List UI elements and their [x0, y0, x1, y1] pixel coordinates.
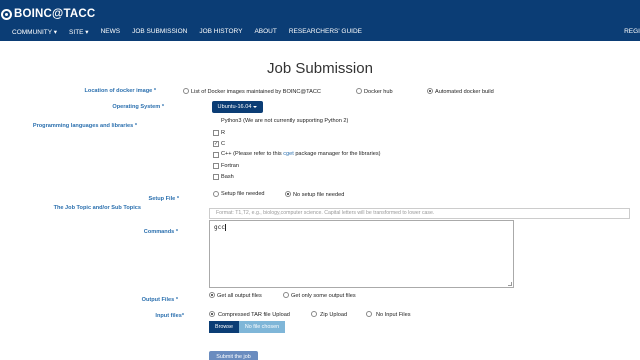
all-output-label: Get all output files: [217, 293, 262, 299]
nav-item-researchers-guide[interactable]: RESEARCHERS' GUIDE: [289, 28, 362, 36]
language-python3-checkbox[interactable]: [213, 130, 219, 136]
docker-option-boinc-label: List of Docker images maintained by BOIN…: [191, 89, 321, 95]
page-title: Job Submission: [267, 60, 373, 77]
some-output-label: Get only some output files: [291, 293, 356, 299]
docker-option-boinc-radio[interactable]: [183, 88, 189, 94]
commands-textarea[interactable]: gcc: [209, 220, 514, 288]
commands-label: Commands *: [143, 229, 178, 235]
caret-down-icon: [253, 106, 258, 108]
language-c-label: C: [221, 141, 226, 147]
setup-needed-label: Setup file needed: [221, 191, 265, 197]
output-files-label: Output Files *: [141, 297, 178, 303]
language-fortran-label: Fortran: [221, 163, 240, 169]
docker-option-hub-label: Docker hub: [364, 89, 393, 95]
no-input-radio[interactable]: [366, 311, 372, 317]
logo[interactable]: BOINC@TACC: [1, 6, 95, 22]
os-label: Operating System *: [112, 104, 164, 110]
all-output-radio[interactable]: [209, 292, 215, 298]
job-topic-input[interactable]: Format: T1,T2, e.g., biology,computer sc…: [209, 208, 630, 219]
language-fortran-checkbox[interactable]: [213, 174, 219, 180]
setup-needed-radio[interactable]: [213, 191, 219, 197]
docker-option-hub-radio[interactable]: [356, 88, 362, 94]
language-cpp-checkbox[interactable]: [213, 163, 219, 169]
nav-item-job-submission[interactable]: JOB SUBMISSION: [132, 28, 187, 36]
os-dropdown[interactable]: Ubuntu-16.04: [212, 101, 263, 113]
language-c-checkbox[interactable]: [213, 152, 219, 158]
nav-item-about[interactable]: ABOUT: [254, 28, 276, 36]
docker-location-label: Location of docker image *: [84, 88, 156, 94]
nav-item-community[interactable]: COMMUNITY ▾: [12, 28, 57, 36]
language-cpp-label: C++ (Please refer to this cget package m…: [221, 151, 381, 157]
languages-label: Programming languages and libraries *: [32, 123, 137, 129]
language-r-checkbox[interactable]: ✓: [213, 141, 219, 147]
some-output-radio[interactable]: [283, 292, 289, 298]
job-topic-label: The Job Topic and/or Sub Topics: [53, 205, 141, 211]
docker-option-automated-radio[interactable]: [427, 88, 433, 94]
browse-button[interactable]: Browse: [209, 321, 239, 333]
docker-option-automated-label: Automated docker build: [435, 89, 494, 95]
no-setup-radio[interactable]: [285, 191, 291, 197]
setup-file-label: Setup File *: [148, 196, 179, 202]
top-navbar: BOINC@TACC COMMUNITY ▾ SITE ▾ NEWS JOB S…: [0, 0, 640, 41]
no-input-label: No Input Files: [376, 312, 411, 318]
os-dropdown-value: Ubuntu-16.04: [217, 104, 252, 110]
language-python3-label: Python3 (We are not currently supporting…: [221, 118, 349, 124]
cget-link[interactable]: cget: [283, 151, 294, 157]
nav-menu: COMMUNITY ▾ SITE ▾ NEWS JOB SUBMISSION J…: [12, 28, 362, 36]
no-setup-label: No setup file needed: [293, 192, 345, 198]
nav-item-register[interactable]: REGI: [624, 28, 640, 35]
tar-upload-radio[interactable]: [209, 311, 215, 317]
tar-upload-label: Compressed TAR file Upload: [218, 312, 290, 318]
zip-upload-label: Zip Upload: [320, 312, 348, 318]
file-chosen-status: No file chosen: [239, 321, 285, 333]
commands-value: gcc: [214, 224, 225, 231]
zip-upload-radio[interactable]: [311, 311, 317, 317]
nav-item-job-history[interactable]: JOB HISTORY: [199, 28, 242, 36]
nav-item-site[interactable]: SITE ▾: [69, 28, 89, 36]
text-cursor: [224, 224, 226, 231]
input-files-label: Input files*: [155, 313, 184, 319]
language-r-label: R: [221, 130, 226, 136]
language-bash-label: Bash: [221, 174, 234, 180]
resize-handle-icon[interactable]: [508, 282, 512, 286]
nav-item-news[interactable]: NEWS: [101, 28, 121, 36]
boinc-logo-icon: [1, 8, 12, 20]
logo-text: BOINC@TACC: [14, 8, 96, 20]
submit-job-button[interactable]: Submit the job: [209, 351, 258, 360]
